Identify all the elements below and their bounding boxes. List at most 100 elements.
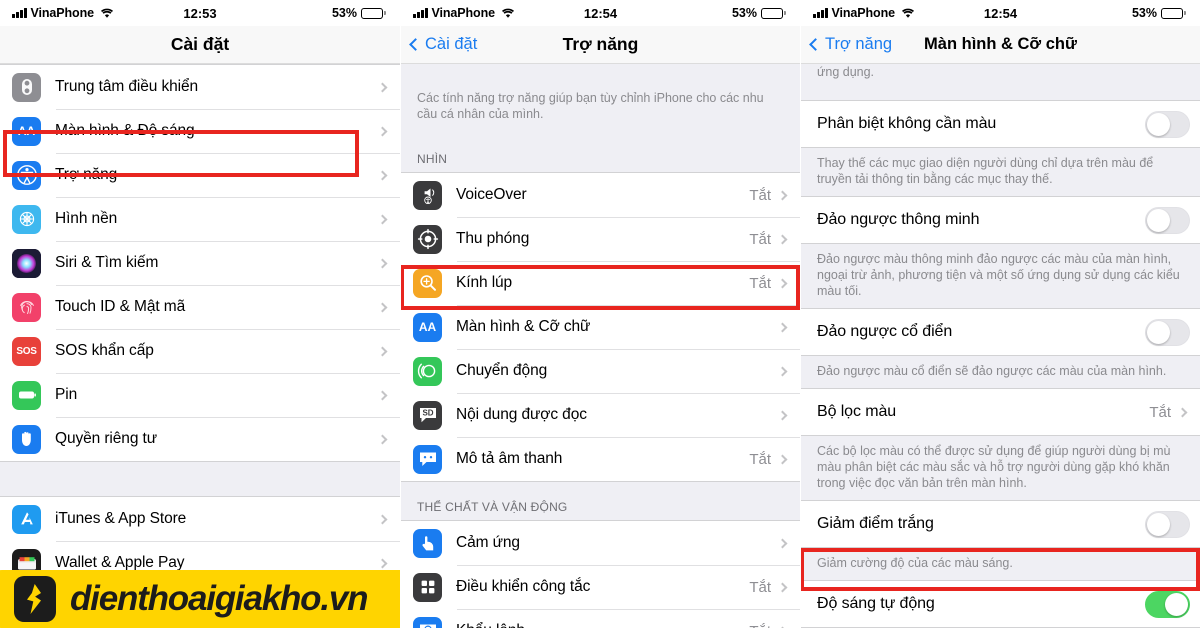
desc-reduce-white-point: Giảm cường độ của các màu sáng. [801, 548, 1200, 580]
back-button[interactable]: Cài đặt [409, 35, 477, 54]
status-bar-3: VinaPhone 12:54 53% [801, 0, 1200, 26]
sidebar-item-label: Siri & Tìm kiếm [55, 254, 159, 271]
status-left: VinaPhone [413, 6, 515, 20]
row-voice-control[interactable]: Khẩu lệnh Tắt [401, 609, 800, 628]
spoken-content-icon: SD [413, 400, 442, 430]
row-label: Nội dung được đọc [456, 406, 587, 423]
row-zoom[interactable]: Thu phóng Tắt [401, 217, 800, 261]
row-classic-invert[interactable]: Đảo ngược cổ điển [801, 309, 1200, 355]
row-label: Màn hình & Cỡ chữ [456, 318, 591, 335]
signal-bars-icon [813, 8, 828, 18]
row-spoken-content[interactable]: SD Nội dung được đọc [401, 393, 800, 437]
phone-screen-accessibility: VinaPhone 12:54 53% Cài đặt Trợ năng Các… [400, 0, 800, 628]
status-left: VinaPhone [12, 6, 114, 20]
toggle-auto-brightness[interactable] [1145, 590, 1190, 618]
chevron-right-icon [377, 170, 388, 180]
row-label: Cảm ứng [456, 534, 520, 551]
group-auto-brightness: Độ sáng tự động [801, 580, 1200, 628]
sidebar-item-label: iTunes & App Store [55, 510, 187, 527]
wallpaper-icon [12, 204, 41, 234]
sidebar-item-wallpaper[interactable]: Hình nền [0, 197, 400, 241]
row-display-text-size[interactable]: AA Màn hình & Cỡ chữ [401, 305, 800, 349]
row-label: Khẩu lệnh [456, 622, 749, 628]
row-value: Tắt [1149, 403, 1171, 421]
touch-icon [413, 528, 442, 558]
settings-list[interactable]: Trung tâm điều khiển AA Màn hình & Độ sá… [0, 64, 400, 628]
row-differentiate-without-color[interactable]: Phân biệt không cần màu [801, 101, 1200, 147]
row-label: Bộ lọc màu [817, 403, 897, 420]
sidebar-item-itunes-app-store[interactable]: iTunes & App Store [0, 497, 400, 541]
group-reduce-white-point: Giảm điểm trắng [801, 500, 1200, 548]
chevron-right-icon [377, 390, 388, 400]
toggle-classic-invert[interactable] [1145, 318, 1190, 346]
group-classic-invert: Đảo ngược cổ điển [801, 308, 1200, 356]
voice-control-icon [413, 616, 442, 628]
siri-icon [12, 248, 41, 278]
sidebar-item-display-brightness[interactable]: AA Màn hình & Độ sáng [0, 109, 400, 153]
lightning-bolt-logo [14, 576, 56, 622]
row-label: VoiceOver [456, 186, 527, 203]
battery-green-icon [12, 380, 41, 410]
sidebar-item-sos[interactable]: SOS SOS khẩn cấp [0, 329, 400, 373]
back-button[interactable]: Trợ năng [809, 35, 893, 54]
display-text-size-icon: AA [413, 312, 442, 342]
wifi-icon [501, 8, 514, 18]
row-magnifier[interactable]: Kính lúp Tắt [401, 261, 800, 305]
sidebar-item-touch-id[interactable]: Touch ID & Mật mã [0, 285, 400, 329]
toggle-smart-invert[interactable] [1145, 206, 1190, 234]
app-store-icon [12, 504, 41, 534]
row-label: Chuyển động [456, 362, 548, 379]
chevron-left-icon [809, 38, 822, 51]
toggle-reduce-white-point[interactable] [1145, 510, 1190, 538]
desc-color-filters: Các bộ lọc màu có thể được sử dụng để gi… [801, 436, 1200, 500]
accessibility-list[interactable]: Các tính năng trợ năng giúp bạn tùy chỉn… [401, 64, 800, 628]
display-text-size-list[interactable]: ứng dụng. Phân biệt không cần màu Thay t… [801, 64, 1200, 628]
sidebar-item-label: Touch ID & Mật mã [55, 298, 186, 315]
row-auto-brightness[interactable]: Độ sáng tự động [801, 581, 1200, 627]
carrier-label: VinaPhone [431, 6, 496, 20]
sidebar-item-siri-search[interactable]: Siri & Tìm kiếm [0, 241, 400, 285]
nav-bar-accessibility: Cài đặt Trợ năng [401, 26, 800, 64]
settings-group-1: Trung tâm điều khiển AA Màn hình & Độ sá… [0, 64, 400, 462]
row-label: Phân biệt không cần màu [817, 115, 997, 132]
row-audio-description[interactable]: Mô tả âm thanh Tắt [401, 437, 800, 481]
zoom-icon [413, 224, 442, 254]
group-smart-invert: Đảo ngược thông minh [801, 196, 1200, 244]
back-button-label: Trợ năng [825, 35, 893, 53]
row-smart-invert[interactable]: Đảo ngược thông minh [801, 197, 1200, 243]
chevron-right-icon [377, 126, 388, 136]
nav-bar-settings: Cài đặt [0, 26, 400, 64]
row-value: Tắt [749, 186, 771, 204]
vision-group: VoiceOver Tắt Thu phóng Tắt Kính lúp Tắt… [401, 172, 800, 482]
row-value: Tắt [749, 578, 771, 596]
row-label: Độ sáng tự động [817, 595, 935, 612]
chevron-right-icon [777, 410, 788, 420]
privacy-hand-icon [12, 424, 41, 454]
desc-differentiate-without-color: Thay thế các mục giao diện người dùng ch… [801, 148, 1200, 196]
row-touch[interactable]: Cảm ứng [401, 521, 800, 565]
toggle-differentiate-without-color[interactable] [1145, 110, 1190, 138]
sidebar-item-battery[interactable]: Pin [0, 373, 400, 417]
desc-smart-invert: Đảo ngược màu thông minh đảo ngược các m… [801, 244, 1200, 308]
row-reduce-white-point[interactable]: Giảm điểm trắng [801, 501, 1200, 547]
physical-group: Cảm ứng Điều khiển công tắc Tắt [401, 520, 800, 628]
chevron-right-icon [377, 558, 388, 568]
wifi-icon [100, 8, 113, 18]
row-motion[interactable]: Chuyển động [401, 349, 800, 393]
row-color-filters[interactable]: Bộ lọc màu Tắt [801, 389, 1200, 435]
section-header-vision: NHÌN [401, 134, 800, 172]
status-right: 53% [332, 6, 386, 20]
row-voiceover[interactable]: VoiceOver Tắt [401, 173, 800, 217]
chevron-right-icon [777, 190, 788, 200]
cut-off-description: ứng dụng. [801, 64, 1200, 86]
status-left: VinaPhone [813, 6, 915, 20]
sidebar-item-accessibility[interactable]: Trợ năng [0, 153, 400, 197]
gap [801, 86, 1200, 100]
carrier-label: VinaPhone [831, 6, 896, 20]
sidebar-item-control-center[interactable]: Trung tâm điều khiển [0, 65, 400, 109]
group-gap [0, 462, 400, 496]
sidebar-item-privacy[interactable]: Quyền riêng tư [0, 417, 400, 461]
watermark-text: dienthoaigiakho.vn [70, 579, 369, 618]
battery-icon [361, 7, 386, 19]
row-switch-control[interactable]: Điều khiển công tắc Tắt [401, 565, 800, 609]
